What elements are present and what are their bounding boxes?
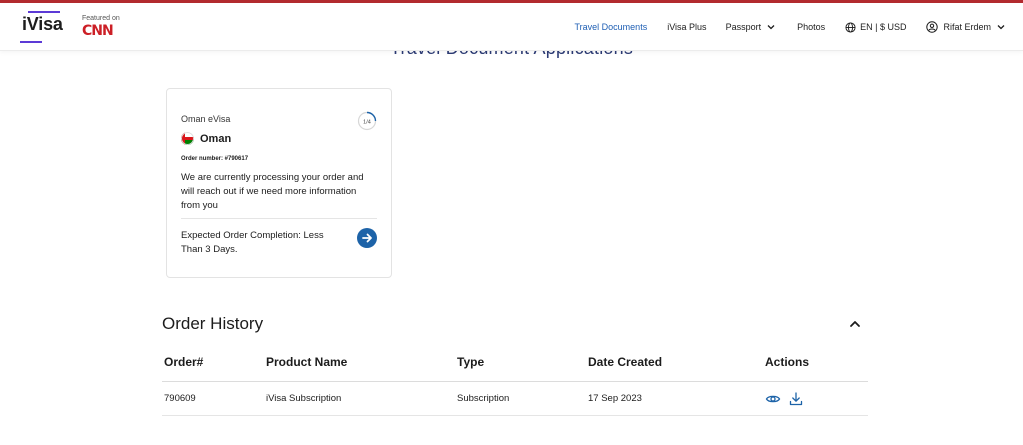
nav-travel-documents-label: Travel Documents (574, 22, 648, 32)
order-status-message: We are currently processing your order a… (181, 172, 364, 211)
chevron-down-icon (767, 25, 775, 30)
country-name: Oman (200, 132, 232, 145)
language-currency-selector[interactable]: EN | $ USD (845, 21, 907, 33)
view-order-button[interactable] (357, 228, 377, 248)
chevron-down-icon (997, 25, 1005, 30)
type-cell: Subscription (457, 393, 510, 404)
user-circle-icon (926, 21, 939, 33)
nav-ivisa-plus-label: iVisa Plus (667, 22, 707, 32)
cnn-logo: CNN (82, 23, 114, 39)
card-divider (181, 218, 377, 219)
nav-passport[interactable]: Passport (726, 22, 776, 32)
nav-passport-label: Passport (725, 22, 762, 32)
expected-completion: Expected Order Completion: Less Than 3 D… (181, 230, 324, 255)
order-history-table-header: Order# Product Name Type Date Created Ac… (162, 353, 868, 382)
oman-flag-icon (181, 132, 194, 145)
eye-icon[interactable] (765, 391, 781, 407)
column-header-actions: Actions (765, 355, 810, 369)
user-name: Rifat Erdem (943, 22, 991, 32)
language-currency-label: EN | $ USD (860, 22, 907, 32)
nav-photos-label: Photos (797, 22, 826, 32)
order-number: Order number: #790617 (181, 156, 249, 162)
progress-ring-icon: 1/4 (357, 111, 377, 131)
order-card[interactable]: Oman eVisa 1/4 Oman Order number: #79061… (166, 88, 392, 278)
download-icon[interactable] (788, 391, 804, 407)
arrow-right-icon (362, 233, 372, 243)
order-card-title: Oman eVisa (181, 114, 231, 124)
nav-ivisa-plus[interactable]: iVisa Plus (667, 22, 706, 32)
top-navbar: iVisa Featured on CNN Travel Documents i… (0, 3, 1023, 51)
column-header-date-created: Date Created (588, 355, 663, 369)
nav-travel-documents[interactable]: Travel Documents (575, 22, 648, 32)
column-header-type: Type (457, 355, 485, 369)
ivisa-logo[interactable]: iVisa (22, 14, 63, 35)
country-row: Oman (181, 132, 231, 145)
chevron-up-icon[interactable] (847, 316, 863, 332)
logo-underline (20, 41, 42, 43)
nav-photos[interactable]: Photos (797, 22, 825, 32)
column-header-order: Order# (164, 355, 204, 369)
table-row: 790609 iVisa Subscription Subscription 1… (162, 383, 868, 416)
product-name-cell: iVisa Subscription (266, 393, 342, 404)
globe-icon (845, 21, 856, 33)
date-created-cell: 17 Sep 2023 (588, 393, 642, 404)
featured-on-label: Featured on (82, 15, 120, 22)
progress-label: 1/4 (363, 119, 371, 125)
logo-accent (28, 11, 60, 13)
user-menu[interactable]: Rifat Erdem (926, 21, 1005, 33)
column-header-product-name: Product Name (266, 355, 348, 369)
order-history-title: Order History (162, 314, 264, 333)
order-id-cell: 790609 (164, 393, 196, 404)
main-nav: Travel Documents iVisa Plus Passport Pho… (575, 3, 1006, 51)
